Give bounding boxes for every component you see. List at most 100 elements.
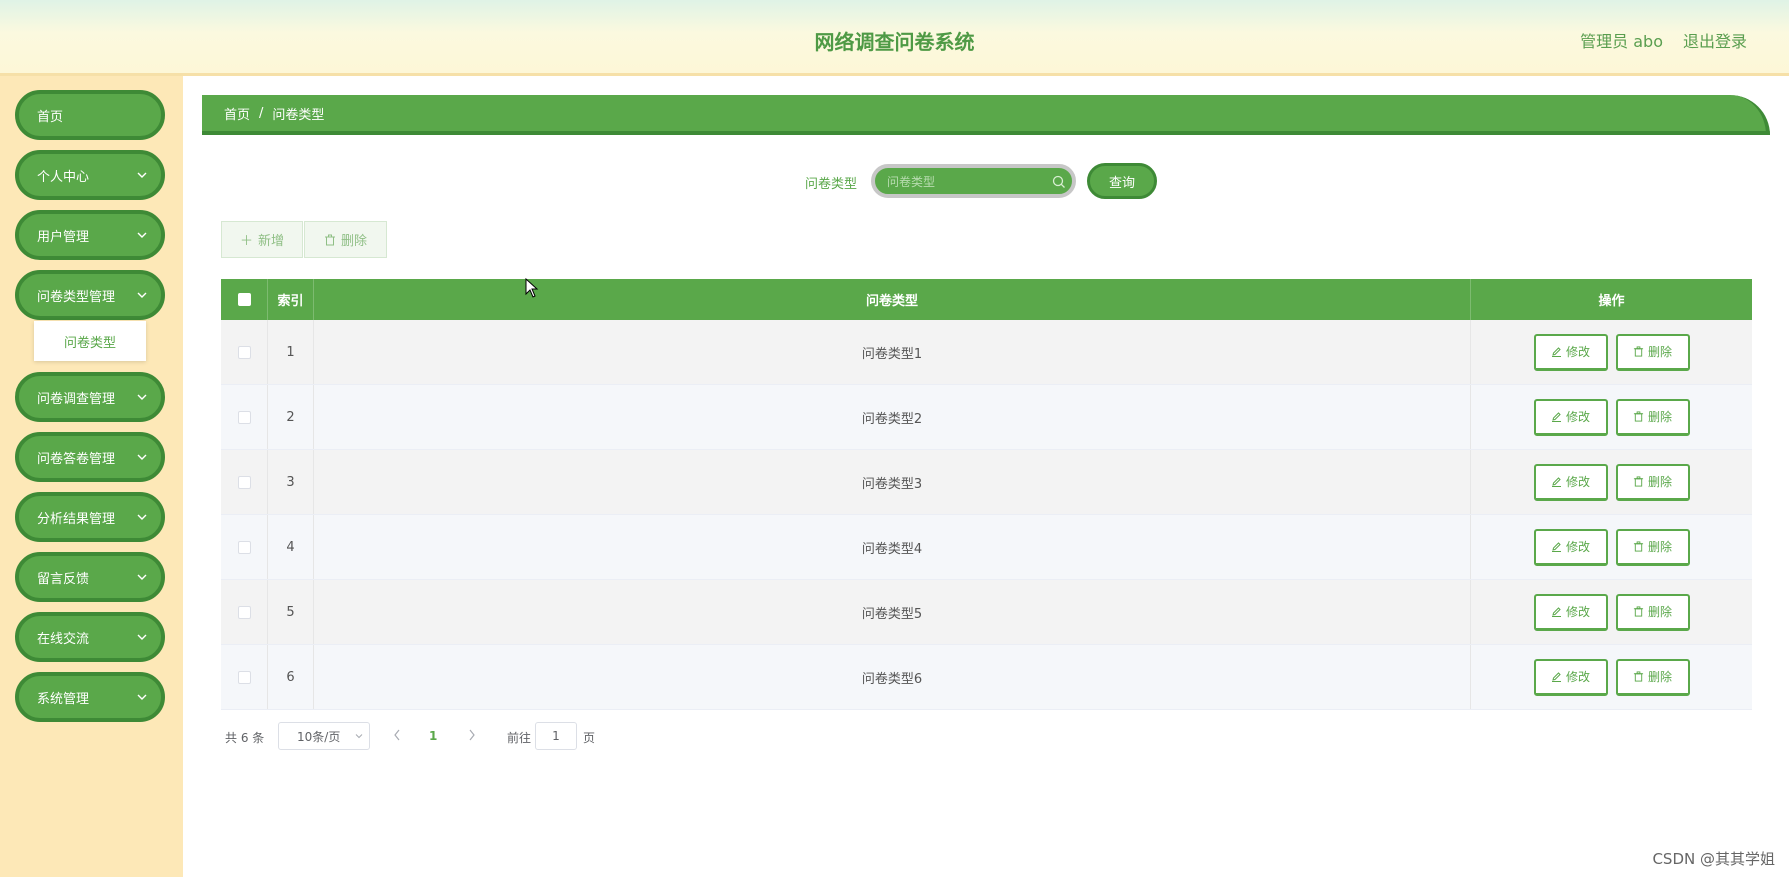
row-ops: 修改 删除	[1471, 645, 1752, 709]
table-row: 3 问卷类型3 修改 删除	[221, 450, 1752, 515]
sidebar-item-label: 系统管理	[37, 691, 90, 707]
row-checkbox[interactable]	[237, 345, 251, 359]
header-check-cell	[221, 279, 268, 320]
trash-icon	[1633, 346, 1644, 357]
row-index: 6	[268, 645, 314, 709]
sidebar-item-3[interactable]: 问卷类型管理	[15, 270, 165, 320]
breadcrumb-home[interactable]: 首页	[224, 104, 250, 123]
page-number[interactable]: 1	[429, 729, 437, 743]
prev-page-button[interactable]	[392, 728, 402, 745]
header-ops: 操作	[1598, 294, 1625, 309]
edit-button[interactable]: 修改	[1533, 658, 1608, 696]
logout-link[interactable]: 退出登录	[1683, 28, 1747, 52]
row-checkbox[interactable]	[237, 670, 251, 684]
sidebar-item-label: 首页	[37, 109, 64, 125]
row-check-cell	[221, 320, 268, 384]
query-button[interactable]: 查询	[1087, 163, 1157, 199]
table-row: 2 问卷类型2 修改 删除	[221, 385, 1752, 450]
row-check-cell	[221, 580, 268, 644]
edit-button[interactable]: 修改	[1533, 593, 1608, 631]
row-type: 问卷类型1	[314, 320, 1471, 384]
row-type: 问卷类型5	[314, 580, 1471, 644]
delete-label: 删除	[1647, 540, 1672, 554]
edit-label: 修改	[1565, 605, 1590, 619]
header-type: 问卷类型	[314, 279, 1471, 320]
add-button[interactable]: ＋ 新增	[221, 221, 303, 258]
row-ops: 修改 删除	[1471, 580, 1752, 644]
table-row: 1 问卷类型1 修改 删除	[221, 320, 1752, 385]
sidebar-item-5[interactable]: 问卷答卷管理	[15, 432, 165, 482]
top-header: 网络调查问卷系统 管理员 abo 退出登录	[0, 0, 1789, 76]
delete-button[interactable]: 删除	[1615, 463, 1690, 501]
trash-icon	[324, 234, 335, 245]
sidebar-item-8[interactable]: 在线交流	[15, 612, 165, 662]
chevron-right-icon	[469, 729, 475, 741]
row-check-cell	[221, 515, 268, 579]
delete-button[interactable]: 删除	[1615, 398, 1690, 436]
chevron-down-icon	[137, 232, 147, 238]
sidebar-item-9[interactable]: 系统管理	[15, 672, 165, 722]
delete-button[interactable]: 删除	[1615, 333, 1690, 371]
trash-icon	[1633, 541, 1644, 552]
breadcrumb: 首页 / 问卷类型	[202, 95, 1770, 135]
search-box[interactable]	[871, 164, 1076, 198]
delete-button[interactable]: 删除	[1615, 593, 1690, 631]
search-label: 问卷类型	[805, 177, 858, 192]
delete-button[interactable]: 删除	[1615, 528, 1690, 566]
edit-button[interactable]: 修改	[1533, 463, 1608, 501]
sidebar-item-label: 问卷调查管理	[37, 391, 116, 407]
data-table: 索引 问卷类型 操作 1 问卷类型1 修改 删除 2 问卷类型2 修改 删除 3 问卷类型3 修改删…	[221, 279, 1752, 710]
delete-button[interactable]: 删除	[1615, 658, 1690, 696]
chevron-down-icon	[137, 292, 147, 298]
sidebar-item-0[interactable]: 首页	[15, 90, 165, 140]
chevron-down-icon	[137, 574, 147, 580]
sidebar-item-4[interactable]: 问卷调查管理	[15, 372, 165, 422]
row-ops: 修改 删除	[1471, 320, 1752, 384]
edit-button[interactable]: 修改	[1533, 333, 1608, 371]
table-row: 5 问卷类型5 修改 删除	[221, 580, 1752, 645]
table-row: 6 问卷类型6 修改 删除	[221, 645, 1752, 710]
search-icon	[1052, 175, 1065, 188]
batch-delete-button[interactable]: 删除	[304, 221, 387, 258]
sidebar-item-label: 留言反馈	[37, 571, 90, 587]
sidebar-item-2[interactable]: 用户管理	[15, 210, 165, 260]
edit-label: 修改	[1565, 410, 1590, 424]
edit-label: 修改	[1565, 540, 1590, 554]
row-check-cell	[221, 645, 268, 709]
submenu-item-survey-type[interactable]: 问卷类型	[34, 321, 146, 361]
sidebar-item-7[interactable]: 留言反馈	[15, 552, 165, 602]
sidebar: 首页个人中心用户管理问卷类型管理 问卷调查管理问卷答卷管理分析结果管理 留言反馈在线…	[0, 76, 183, 877]
goto-page-input[interactable]	[535, 722, 577, 750]
edit-icon	[1551, 672, 1561, 682]
edit-icon	[1551, 347, 1561, 357]
edit-label: 修改	[1565, 475, 1590, 489]
trash-icon	[1633, 476, 1644, 487]
row-checkbox[interactable]	[237, 475, 251, 489]
sidebar-item-6[interactable]: 分析结果管理	[15, 492, 165, 542]
table-row: 4 问卷类型4 修改 删除	[221, 515, 1752, 580]
edit-button[interactable]: 修改	[1533, 398, 1608, 436]
row-type: 问卷类型3	[314, 450, 1471, 514]
search-input[interactable]	[887, 172, 1047, 192]
sidebar-item-label: 分析结果管理	[37, 511, 116, 527]
admin-username: 管理员 abo	[1580, 32, 1663, 51]
trash-icon	[1633, 671, 1644, 682]
select-all-checkbox[interactable]	[237, 293, 251, 306]
chevron-down-icon	[137, 172, 147, 178]
edit-icon	[1551, 542, 1561, 552]
row-index: 2	[268, 385, 314, 449]
edit-button[interactable]: 修改	[1533, 528, 1608, 566]
sidebar-item-label: 用户管理	[37, 229, 90, 245]
chevron-down-icon	[137, 694, 147, 700]
edit-label: 修改	[1565, 345, 1590, 359]
next-page-button[interactable]	[467, 728, 477, 745]
sidebar-item-1[interactable]: 个人中心	[15, 150, 165, 200]
row-type: 问卷类型2	[314, 385, 1471, 449]
page-size-select[interactable]: 10条/页	[278, 722, 370, 750]
chevron-down-icon	[137, 634, 147, 640]
row-checkbox[interactable]	[237, 605, 251, 619]
row-checkbox[interactable]	[237, 540, 251, 554]
app-title: 网络调查问卷系统	[814, 30, 975, 54]
sidebar-item-label: 问卷类型管理	[37, 289, 116, 305]
row-checkbox[interactable]	[237, 410, 251, 424]
